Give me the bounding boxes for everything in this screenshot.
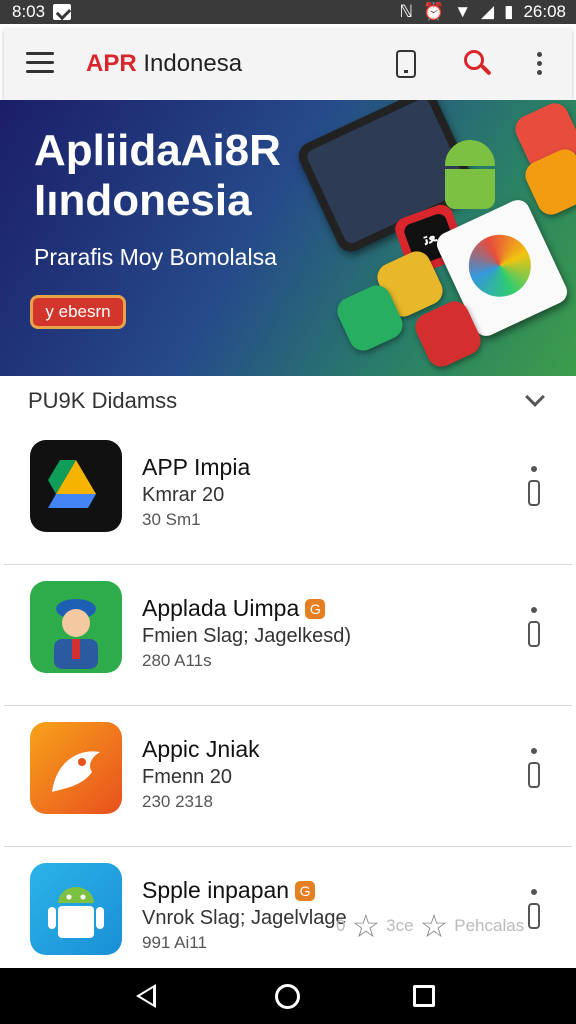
alarm-icon: ⏰ [423, 2, 445, 21]
recents-icon[interactable] [413, 985, 435, 1007]
rating-text-mid: 3ce [386, 916, 414, 935]
app-name: APP Impia [142, 454, 251, 480]
person-icon [30, 581, 122, 673]
app-subtitle: Kmrar 20 [142, 484, 225, 506]
list-item[interactable]: APP Impia Kmrar 20 30 Sm1 [4, 424, 572, 565]
app-meta: 991 Ai11 [142, 933, 207, 952]
more-icon[interactable] [531, 748, 537, 754]
badge-icon: G [295, 881, 316, 901]
more-icon[interactable] [531, 466, 537, 472]
app-meta: 280 A11s [142, 651, 212, 670]
app-bar: APR Indonesa [4, 28, 572, 100]
banner-title: ApliidaAi8R Iındonesia [34, 126, 281, 225]
android-mascot-icon [440, 140, 500, 210]
install-icon[interactable] [528, 762, 540, 788]
star-icon[interactable]: ☆ [351, 907, 380, 945]
android-icon [30, 863, 122, 955]
app-name: Spple inpapan G [142, 877, 316, 904]
nfc-icon: ℕ [399, 2, 414, 21]
app-subtitle: Fmien Slag; Jagelkesd) [142, 625, 351, 647]
app-meta: 230 2318 [142, 792, 213, 811]
app-subtitle: Vnrok Slag; Jagelvlage [142, 907, 347, 929]
app-name: Appic Jniak [142, 736, 260, 762]
home-icon[interactable] [275, 984, 300, 1009]
signal-icon: ◢ [481, 2, 495, 21]
menu-icon[interactable] [26, 52, 54, 74]
status-bar: 8:03 ℕ ⏰ ▼ ◢ ▮ 26:08 [0, 0, 576, 24]
star-icon[interactable]: ☆ [420, 907, 449, 945]
wifi-icon: ▼ [454, 2, 472, 21]
banner-cta-button[interactable]: y ebesrn [30, 295, 126, 329]
app-subtitle: Fmenn 20 [142, 766, 233, 788]
navigation-bar [0, 968, 576, 1024]
install-icon[interactable] [528, 480, 540, 506]
drive-icon [30, 440, 122, 532]
device-icon[interactable] [396, 50, 416, 78]
more-icon[interactable] [537, 52, 543, 76]
status-time: 8:03 [12, 2, 46, 21]
section-title: PU9K Didamss [28, 388, 178, 413]
section-header[interactable]: PU9K Didamss [4, 376, 572, 424]
search-icon[interactable] [464, 50, 492, 78]
app-list: APP Impia Kmrar 20 30 Sm1 Applada Uimpa G… [4, 424, 572, 968]
notification-check-icon [53, 4, 72, 20]
brand-name: Indonesa [143, 50, 243, 77]
app-name: Applada Uimpa G [142, 595, 326, 622]
app-meta: 30 Sm1 [142, 510, 201, 529]
back-icon[interactable] [136, 984, 156, 1008]
install-icon[interactable] [528, 621, 540, 647]
banner-subtitle: Prarafis Moy Bomolalsa [34, 244, 277, 270]
chevron-down-icon[interactable] [525, 387, 545, 407]
rating-text-left: 0 [336, 916, 346, 935]
rating-text-right: Pehcalas [454, 916, 525, 935]
badge-icon: G [305, 599, 326, 619]
app-title: APR Indonesa [86, 50, 242, 78]
list-item[interactable]: Appic Jniak Fmenn 20 230 2318 [4, 706, 572, 847]
bird-icon [30, 722, 122, 814]
promo-banner[interactable]: ﻌﺗ ApliidaAi8R Iındonesia Prarafis Moy B… [0, 100, 576, 376]
battery-icon: ▮ [504, 2, 514, 21]
list-item[interactable]: Applada Uimpa G Fmien Slag; Jagelkesd) 28… [4, 565, 572, 706]
more-icon[interactable] [531, 607, 537, 613]
brand-logo: APR [86, 50, 137, 77]
status-clock: 26:08 [523, 2, 566, 21]
rating-row: 0 ☆ 3ce ☆ Pehcalas [336, 906, 576, 946]
more-icon[interactable] [531, 889, 537, 895]
